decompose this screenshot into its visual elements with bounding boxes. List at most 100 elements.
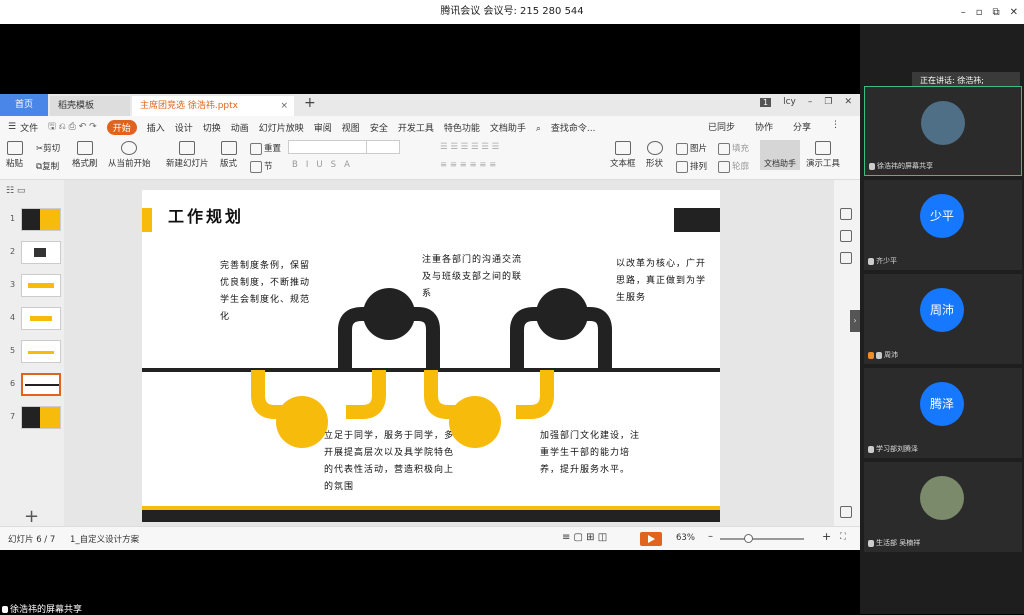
slide-thumbnail-panel: ☷ ▭ 1 2 3 4 5 6 7 +: [0, 180, 64, 527]
close-tab-icon[interactable]: ×: [280, 96, 288, 116]
tab-document-label: 主席团竞选 徐浩祎.pptx: [140, 101, 239, 111]
cut-button[interactable]: ✂剪切: [36, 142, 60, 154]
close-icon[interactable]: ✕: [844, 97, 852, 107]
thumbnail-number: 5: [10, 346, 16, 355]
layers-icon[interactable]: [840, 252, 852, 264]
share-button[interactable]: 分享: [793, 120, 811, 133]
window-count-badge[interactable]: 1: [760, 97, 772, 107]
menu-review[interactable]: 审阅: [314, 121, 332, 134]
thumbnail-2[interactable]: 2: [4, 241, 62, 265]
bold-button[interactable]: B: [292, 160, 306, 170]
slide-counter: 幻灯片 6 / 7: [8, 535, 56, 545]
strike-button[interactable]: S: [331, 160, 345, 170]
thumbnail-1[interactable]: 1: [4, 208, 62, 232]
yellow-node-1: [276, 396, 328, 448]
paste-button[interactable]: 粘贴: [6, 141, 23, 169]
participant-tile-5[interactable]: 生活部 吴楠祥: [864, 462, 1022, 552]
thumbnail-view-toggle[interactable]: ☷ ▭: [6, 186, 46, 198]
thumbnail-3[interactable]: 3: [4, 274, 62, 298]
zoom-slider[interactable]: [720, 534, 804, 543]
menu-features[interactable]: 特色功能: [444, 121, 480, 134]
underline-button[interactable]: U: [316, 160, 330, 170]
menu-start[interactable]: 开始: [106, 119, 137, 135]
more-icon[interactable]: ⋮: [831, 120, 840, 133]
menu-file[interactable]: 文件: [20, 121, 38, 134]
menu-icon[interactable]: ☰: [8, 122, 16, 132]
menu-slideshow[interactable]: 幻灯片放映: [259, 121, 304, 134]
arrange-button[interactable]: 排列: [676, 160, 707, 173]
fit-window-icon[interactable]: ⛶: [840, 532, 846, 542]
brush-icon: [76, 141, 93, 155]
add-tab-button[interactable]: +: [304, 95, 316, 111]
fill-button[interactable]: 填充: [718, 142, 749, 155]
shape-button[interactable]: 形状: [646, 141, 663, 169]
tab-document[interactable]: 主席团竞选 徐浩祎.pptx ×: [132, 96, 294, 116]
grid-icon[interactable]: [840, 506, 852, 518]
reset-button[interactable]: 重置: [250, 142, 281, 155]
quick-tools-icon[interactable]: 🖫 ⎌ ⎙ ↶ ↷: [48, 119, 97, 135]
search-command[interactable]: ⌕ 查找命令...: [536, 121, 606, 134]
shape-tool-icon[interactable]: [840, 230, 852, 242]
current-slide[interactable]: 工作规划 完善制度条例，保留优良制度，不断推动学生会制度化、规范化 注重各部门的…: [142, 190, 720, 522]
present-tool-button[interactable]: 演示工具: [806, 141, 840, 169]
participant-tile-3[interactable]: 周沛 周沛: [864, 274, 1022, 364]
outline-button[interactable]: 轮廓: [718, 160, 749, 173]
menu-design[interactable]: 设计: [175, 121, 193, 134]
minimize-icon[interactable]: –: [961, 7, 966, 18]
new-slide-button[interactable]: 新建幻灯片: [166, 141, 209, 169]
zoom-out-button[interactable]: –: [708, 531, 713, 542]
reset-label: 重置: [264, 144, 282, 154]
participant-tile-4[interactable]: 腾泽 学习部刘腾泽: [864, 368, 1022, 458]
menu-security[interactable]: 安全: [370, 121, 388, 134]
collapse-panel-button[interactable]: ›: [850, 310, 860, 332]
tab-template[interactable]: 稻壳模板: [50, 96, 130, 116]
host-icon: [868, 351, 874, 359]
picture-button[interactable]: 图片: [676, 142, 707, 155]
thumbnail-5[interactable]: 5: [4, 340, 62, 364]
user-name[interactable]: lcy: [783, 97, 796, 107]
thumbnail-image: [21, 340, 61, 363]
theme-name[interactable]: 1_自定义设计方案: [70, 533, 139, 545]
menu-insert[interactable]: 插入: [147, 121, 165, 134]
thumbnail-6[interactable]: 6: [4, 373, 62, 397]
copy-button[interactable]: ⧉复制: [36, 160, 59, 172]
menu-transition[interactable]: 切换: [203, 121, 221, 134]
thumbnail-4[interactable]: 4: [4, 307, 62, 331]
shared-screen: 首页 稻壳模板 主席团竞选 徐浩祎.pptx × + 1 lcy – ❐ ✕ ☰…: [0, 94, 860, 550]
menu-view[interactable]: 视图: [342, 121, 360, 134]
restore-icon[interactable]: ▫: [976, 7, 983, 18]
wps-tabbar: 首页 稻壳模板 主席团竞选 徐浩祎.pptx × + 1 lcy – ❐ ✕: [0, 94, 860, 116]
menu-doc-helper[interactable]: 文档助手: [490, 121, 526, 134]
view-mode-icons[interactable]: ≡ ▢ ⊞ ◫: [562, 532, 607, 543]
restore-icon[interactable]: ❐: [824, 97, 832, 107]
participant-tile-1[interactable]: 徐浩祎的屏幕共享: [864, 86, 1022, 176]
add-slide-button[interactable]: +: [24, 506, 39, 527]
close-window-icon[interactable]: ✕: [1010, 7, 1018, 18]
doc-helper-button[interactable]: 文档助手: [760, 140, 800, 170]
participant-tile-2[interactable]: 少平 齐少平: [864, 180, 1022, 270]
section-button[interactable]: 节: [250, 160, 273, 173]
from-current-label: 从当前开始: [108, 159, 151, 169]
zoom-level[interactable]: 63%: [676, 533, 695, 543]
layout-button[interactable]: 版式: [220, 141, 237, 169]
settings-sliders-icon[interactable]: [840, 208, 852, 220]
tab-home-label: 首页: [14, 100, 33, 110]
menu-dev-tools[interactable]: 开发工具: [398, 121, 434, 134]
play-slideshow-button[interactable]: [640, 532, 662, 546]
sync-status[interactable]: 已同步: [708, 120, 735, 133]
font-size-select[interactable]: [366, 140, 402, 154]
collab-button[interactable]: 协作: [755, 120, 773, 133]
zoom-slider-knob[interactable]: [744, 534, 753, 543]
format-painter-button[interactable]: 格式刷: [72, 141, 98, 169]
search-command-label: 查找命令...: [550, 123, 596, 134]
minimize-icon[interactable]: –: [808, 97, 813, 107]
zoom-in-button[interactable]: +: [822, 530, 831, 543]
fullscreen-icon[interactable]: ⧉: [992, 7, 999, 18]
tab-home[interactable]: 首页: [0, 94, 48, 116]
from-current-button[interactable]: 从当前开始: [108, 141, 151, 169]
font-color-button[interactable]: A: [344, 160, 358, 170]
menu-animation[interactable]: 动画: [231, 121, 249, 134]
italic-button[interactable]: I: [306, 160, 317, 170]
textbox-button[interactable]: 文本框: [610, 141, 636, 169]
thumbnail-7[interactable]: 7: [4, 406, 62, 430]
